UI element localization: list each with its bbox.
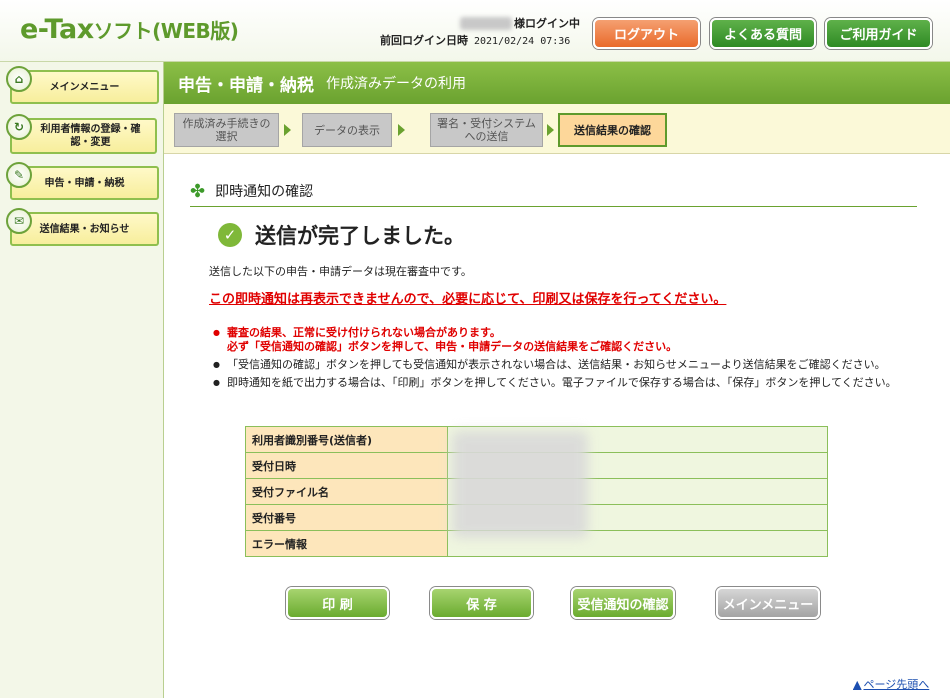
last-login-label: 前回ログイン日時 bbox=[380, 34, 468, 47]
note-line: 必ず「受信通知の確認」ボタンを押して、申告・申請データの送信結果をご確認ください… bbox=[227, 340, 678, 353]
logout-button[interactable]: ログアウト bbox=[593, 18, 700, 49]
main-menu-button[interactable]: メインメニュー bbox=[716, 587, 820, 619]
step-result: 送信結果の確認 bbox=[558, 113, 667, 147]
sidebar-item-results[interactable]: ✉ 送信結果・お知らせ bbox=[6, 208, 159, 246]
step-select: 作成済み手続きの選択 bbox=[174, 113, 279, 147]
status-text: 送信した以下の申告・申請データは現在審査中です。 bbox=[209, 265, 472, 278]
receipt-check-button[interactable]: 受信通知の確認 bbox=[571, 587, 675, 619]
sidebar-item-user-info[interactable]: ↻ 利用者情報の登録・確認・変更 bbox=[6, 114, 157, 154]
step-label: 作成済み手続きの選択 bbox=[182, 117, 271, 143]
etax-logo[interactable]: e-Taxソフト(WEB版) bbox=[20, 14, 239, 45]
section-title: 即時通知の確認 bbox=[215, 184, 314, 200]
warning-text: この即時通知は再表示できませんので、必要に応じて、印刷又は保存を行ってください。 bbox=[209, 292, 727, 307]
note-item: 審査の結果、正常に受け付けられない場合があります。 必ず「受信通知の確認」ボタン… bbox=[213, 326, 897, 354]
login-status: 様ログイン中 bbox=[514, 17, 580, 30]
arrow-up-icon: ▲ bbox=[853, 677, 862, 691]
sidebar-item-label: 申告・申請・納税 bbox=[44, 177, 125, 189]
print-button[interactable]: 印 刷 bbox=[286, 587, 389, 619]
step-display: データの表示 bbox=[302, 113, 392, 147]
mail-icon: ✉ bbox=[6, 208, 32, 234]
table-key: 利用者識別番号(送信者) bbox=[245, 426, 448, 453]
sidebar-item-label: 送信結果・お知らせ bbox=[39, 223, 130, 235]
sidebar-item-label: メインメニュー bbox=[49, 81, 120, 93]
step-arrow-icon bbox=[547, 124, 554, 136]
completion-text: 送信が完了しました。 bbox=[255, 224, 465, 248]
step-label: 署名・受付システムへの送信 bbox=[437, 117, 536, 143]
home-icon: ⌂ bbox=[6, 66, 32, 92]
completion-message: ✓ 送信が完了しました。 bbox=[218, 220, 465, 250]
logo-sub: ソフト(WEB版) bbox=[93, 19, 239, 43]
guide-button[interactable]: ご利用ガイド bbox=[825, 18, 932, 49]
check-icon: ✓ bbox=[218, 223, 242, 247]
page-top-link[interactable]: ▲ ページ先頭へ bbox=[853, 676, 929, 692]
step-sign-send: 署名・受付システムへの送信 bbox=[430, 113, 543, 147]
clover-icon: ✤ bbox=[190, 180, 206, 202]
last-login-value: 2021/02/24 07:36 bbox=[474, 36, 571, 47]
step-label: 送信結果の確認 bbox=[574, 123, 651, 137]
table-key: エラー情報 bbox=[245, 530, 448, 557]
table-key: 受付番号 bbox=[245, 504, 448, 531]
note-line: 即時通知を紙で出力する場合は、「印刷」ボタンを押してください。電子ファイルで保存… bbox=[227, 376, 897, 389]
redacted-username bbox=[460, 17, 512, 30]
logo-main: e-Tax bbox=[20, 14, 94, 45]
refresh-icon: ↻ bbox=[6, 114, 32, 140]
step-arrow-icon bbox=[284, 124, 291, 136]
save-button[interactable]: 保 存 bbox=[430, 587, 533, 619]
faq-button[interactable]: よくある質問 bbox=[710, 18, 816, 49]
sidebar-item-label: 利用者情報の登録・確認・変更 bbox=[40, 124, 141, 148]
sidebar-item-filing[interactable]: ✎ 申告・申請・納税 bbox=[6, 162, 159, 200]
note-line: 審査の結果、正常に受け付けられない場合があります。 bbox=[227, 326, 501, 339]
page-title: 申告・申請・納税 bbox=[178, 75, 314, 96]
sidebar: ⌂ メインメニュー ↻ 利用者情報の登録・確認・変更 ✎ 申告・申請・納税 ✉ … bbox=[0, 62, 164, 698]
header: e-Taxソフト(WEB版) 様ログイン中 前回ログイン日時 2021/02/24… bbox=[0, 0, 950, 62]
page-subtitle: 作成済みデータの利用 bbox=[326, 76, 466, 92]
redacted-values bbox=[452, 431, 588, 538]
login-info: 様ログイン中 前回ログイン日時 2021/02/24 07:36 bbox=[380, 15, 580, 50]
note-item: 「受信通知の確認」ボタンを押しても受信通知が表示されない場合は、送信結果・お知ら… bbox=[213, 358, 897, 372]
page-titlebar: 申告・申請・納税 作成済みデータの利用 bbox=[164, 62, 950, 104]
table-key: 受付日時 bbox=[245, 452, 448, 479]
page-top-label: ページ先頭へ bbox=[863, 678, 930, 691]
section-heading: ✤ 即時通知の確認 bbox=[190, 176, 917, 207]
step-arrow-icon bbox=[398, 124, 405, 136]
note-item: 即時通知を紙で出力する場合は、「印刷」ボタンを押してください。電子ファイルで保存… bbox=[213, 376, 897, 390]
notes-list: 審査の結果、正常に受け付けられない場合があります。 必ず「受信通知の確認」ボタン… bbox=[213, 326, 897, 394]
table-key: 受付ファイル名 bbox=[245, 478, 448, 505]
note-line: 「受信通知の確認」ボタンを押しても受信通知が表示されない場合は、送信結果・お知ら… bbox=[227, 358, 886, 371]
sidebar-item-main-menu[interactable]: ⌂ メインメニュー bbox=[6, 66, 159, 104]
step-label: データの表示 bbox=[314, 123, 380, 137]
progress-steps: 作成済み手続きの選択 データの表示 署名・受付システムへの送信 送信結果の確認 bbox=[164, 104, 950, 154]
document-icon: ✎ bbox=[6, 162, 32, 188]
